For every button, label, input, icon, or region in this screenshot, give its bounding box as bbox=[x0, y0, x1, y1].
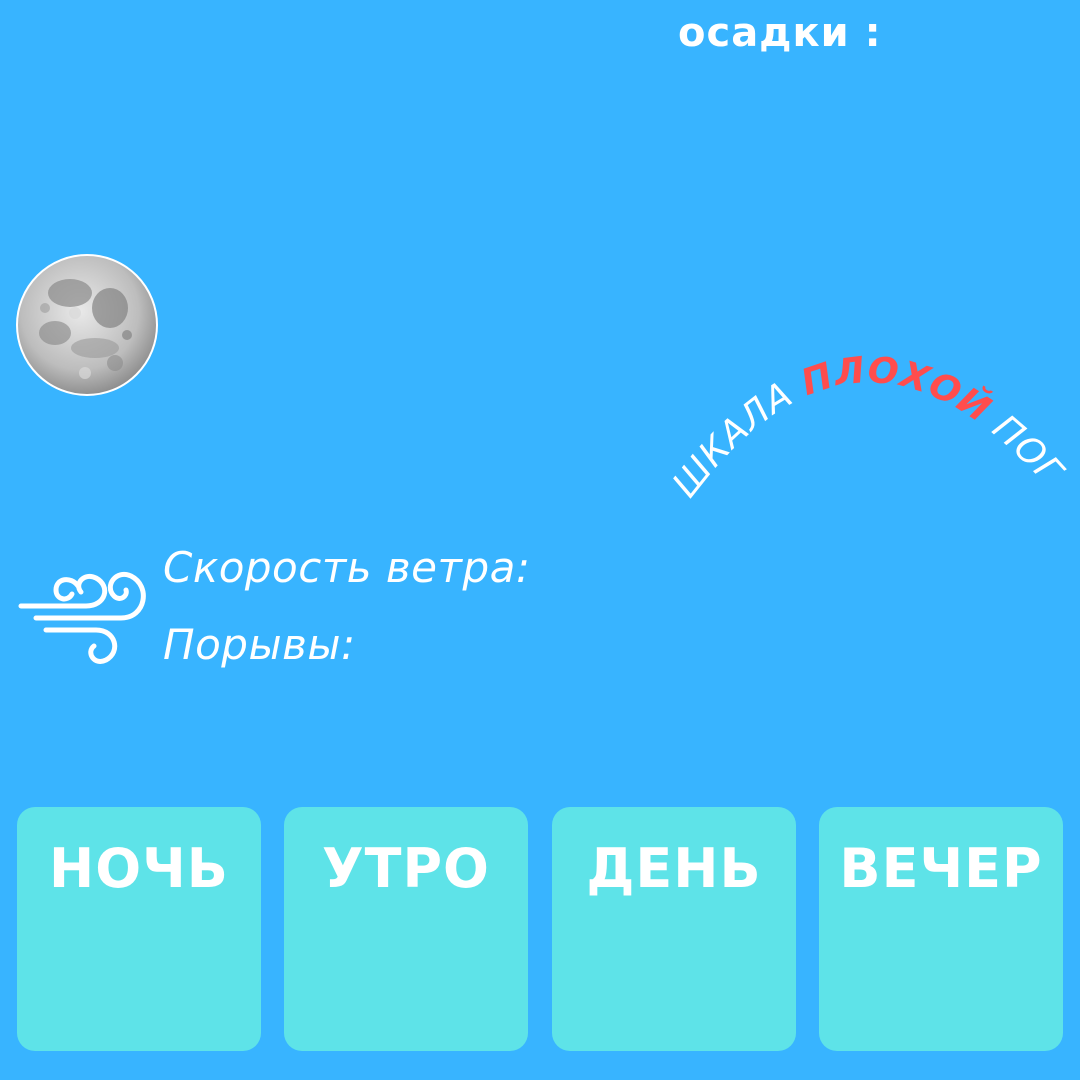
period-card-day: ДЕНЬ bbox=[552, 807, 796, 1051]
wind-speed-label: Скорость ветра: bbox=[163, 543, 531, 592]
moon-icon bbox=[16, 254, 158, 396]
period-card-night: НОЧЬ bbox=[17, 807, 261, 1051]
svg-text:ШКАЛА ПЛОХОЙ ПОГ: ШКАЛА ПЛОХОЙ ПОГОДЫ bbox=[640, 330, 1071, 505]
precipitation-label: осадки : bbox=[678, 10, 882, 56]
scale-text-highlight: ПЛОХОЙ bbox=[796, 350, 998, 431]
gusts-label: Порывы: bbox=[163, 620, 356, 669]
period-title-morning: УТРО bbox=[322, 837, 490, 900]
period-card-evening: ВЕЧЕР bbox=[819, 807, 1063, 1051]
period-title-day: ДЕНЬ bbox=[586, 837, 762, 900]
period-title-night: НОЧЬ bbox=[49, 837, 229, 900]
scale-text-part1: ШКАЛА bbox=[665, 367, 811, 505]
period-title-evening: ВЕЧЕР bbox=[839, 837, 1043, 900]
bad-weather-scale: ШКАЛА ПЛОХОЙ ПОГОДЫ bbox=[640, 330, 1071, 505]
period-card-morning: УТРО bbox=[284, 807, 528, 1051]
wind-icon bbox=[18, 571, 146, 664]
